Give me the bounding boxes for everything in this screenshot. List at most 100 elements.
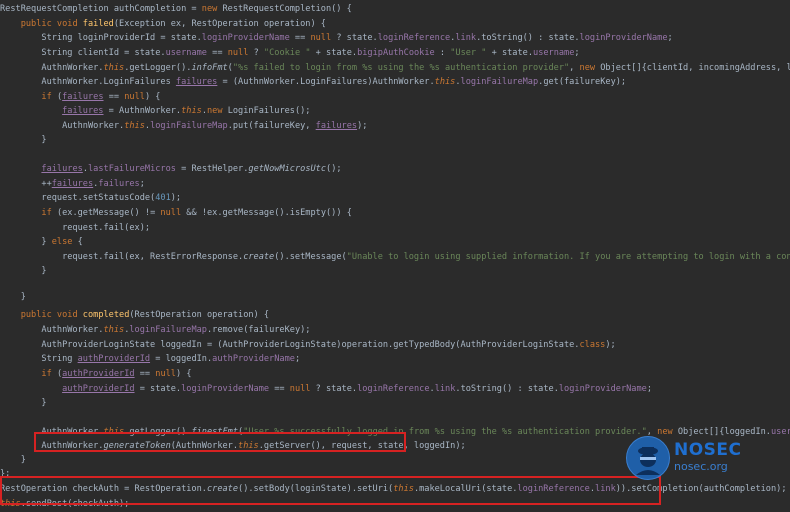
code-line[interactable]: if (ex.getMessage() != null && !ex.getMe…	[0, 206, 790, 221]
code-token: new	[207, 106, 228, 116]
code-token: null	[155, 369, 176, 379]
code-token: request.fail(ex);	[0, 222, 151, 233]
code-line[interactable]: request.setStatusCode(401);	[0, 191, 790, 206]
code-line[interactable]: failures = AuthnWorker.this.new LoginFai…	[0, 104, 790, 119]
code-line[interactable]	[0, 148, 790, 163]
code-token: failures	[41, 164, 83, 174]
code-token: ==	[269, 383, 290, 394]
code-token: RestRequestCompletion() {	[222, 4, 352, 14]
code-token: ;	[667, 33, 673, 43]
highlight-box-generate-token	[34, 432, 406, 452]
code-token: ,	[646, 426, 658, 437]
code-token: null	[227, 48, 249, 58]
code-editor[interactable]: RestRequestCompletion authCompletion = n…	[0, 0, 790, 509]
code-token: .remove(failureKey);	[206, 324, 311, 335]
code-line[interactable]: AuthnWorker.this.getLogger().infoFmt("%s…	[0, 61, 790, 76]
code-line[interactable]: }	[0, 396, 790, 411]
code-token: link	[455, 33, 477, 43]
code-line[interactable]: authProviderId = state.loginProviderName…	[0, 382, 790, 397]
code-line[interactable]: public void failed(Exception ex, RestOpe…	[0, 17, 790, 32]
code-line[interactable]: failures.lastFailureMicros = RestHelper.…	[0, 162, 790, 177]
code-token: failures	[315, 120, 358, 131]
code-token: else	[51, 237, 78, 247]
code-token: loginProviderName	[579, 33, 668, 43]
watermark-title: NOSEC	[674, 440, 742, 460]
code-line[interactable]: if (authProviderId == null) {	[0, 367, 790, 382]
code-line[interactable]	[0, 410, 790, 425]
code-token: authProviderId	[62, 369, 135, 379]
code-line[interactable]: RestRequestCompletion authCompletion = n…	[0, 2, 790, 17]
code-token: link	[434, 383, 456, 394]
code-token: .getLogger().	[124, 62, 192, 73]
code-token: );	[357, 120, 368, 131]
code-token: .get(failureKey);	[538, 77, 627, 87]
code-token: loginFailureMap	[129, 324, 207, 335]
code-token: create	[243, 251, 275, 262]
code-line[interactable]: public void completed(RestOperation oper…	[0, 308, 790, 323]
code-line[interactable]: }	[0, 264, 790, 279]
code-token: "%s failed to login from %s using the %s…	[232, 62, 570, 73]
code-token: ?	[248, 48, 264, 58]
code-line[interactable]: }	[0, 133, 790, 148]
code-token: "Cookie "	[263, 48, 311, 58]
code-token: ,	[569, 62, 580, 73]
code-token: );	[605, 339, 616, 350]
code-token: ;	[139, 179, 145, 189]
code-token: ==	[134, 369, 156, 379]
code-line[interactable]: AuthnWorker.this.loginFailureMap.remove(…	[0, 323, 790, 338]
code-token: ().setMessage(	[274, 251, 347, 262]
code-token: = RestHelper.	[175, 164, 249, 174]
code-token: = AuthnWorker.	[103, 106, 182, 116]
code-token: this	[124, 120, 145, 131]
code-line[interactable]: AuthnWorker.this.loginFailureMap.put(fai…	[0, 119, 790, 134]
code-token: = loggedIn.	[150, 354, 213, 364]
code-line[interactable]: request.fail(ex, RestErrorResponse.creat…	[0, 250, 790, 265]
code-line[interactable]: String authProviderId = loggedIn.authPro…	[0, 352, 790, 367]
code-token: if	[41, 369, 57, 379]
code-token: this	[103, 62, 125, 73]
code-token: authProviderName	[212, 354, 295, 364]
code-token: new	[579, 62, 601, 73]
code-line[interactable]: ++failures.failures;	[0, 177, 790, 192]
code-token: bigipAuthCookie	[357, 48, 435, 58]
code-token: failures	[98, 179, 140, 189]
code-token: this	[103, 324, 125, 335]
watermark-subtitle: nosec.org	[674, 460, 728, 473]
code-token: && !ex.getMessage().isEmpty()) {	[181, 208, 352, 218]
code-token: failures	[51, 179, 94, 189]
code-token: (ex.getMessage() !=	[56, 208, 161, 218]
code-token: null	[124, 91, 145, 102]
code-token: AuthnWorker.	[0, 324, 104, 335]
code-token: (RestOperation operation) {	[129, 310, 270, 320]
code-token: AuthProviderLoginState loggedIn = (AuthP…	[0, 339, 580, 350]
code-token: failures	[62, 106, 104, 116]
code-line[interactable]: AuthnWorker.LoginFailures failures = (Au…	[0, 75, 790, 90]
code-token: if	[41, 208, 57, 218]
code-token: loginFailureMap	[150, 120, 228, 131]
code-line[interactable]: AuthProviderLoginState loggedIn = (AuthP…	[0, 338, 790, 353]
code-token: + state.	[310, 48, 358, 58]
code-token: (Exception ex, RestOperation operation) …	[113, 18, 326, 29]
code-token: authProviderId	[77, 354, 151, 364]
code-token: loginReference	[377, 33, 451, 43]
code-line[interactable]: String clientId = state.username == null…	[0, 46, 790, 61]
code-token: ;	[646, 383, 653, 394]
code-token: ;	[294, 354, 301, 364]
nosec-logo-icon	[626, 436, 670, 480]
code-token: 401	[155, 193, 171, 203]
code-token: loginProviderName	[558, 383, 647, 394]
code-line[interactable]: } else {	[0, 235, 790, 250]
code-token: new	[657, 426, 678, 437]
code-line[interactable]: request.fail(ex);	[0, 221, 790, 236]
code-token: lastFailureMicros	[88, 164, 176, 174]
code-token: ? state.	[331, 33, 378, 43]
code-line[interactable]: if (failures == null) {	[0, 90, 790, 105]
code-token: this	[434, 77, 456, 87]
code-line[interactable]: String loginProviderId = state.loginProv…	[0, 31, 790, 46]
code-token: request.setStatusCode(	[0, 193, 156, 203]
code-token: getNowMicrosUtc	[248, 164, 327, 174]
